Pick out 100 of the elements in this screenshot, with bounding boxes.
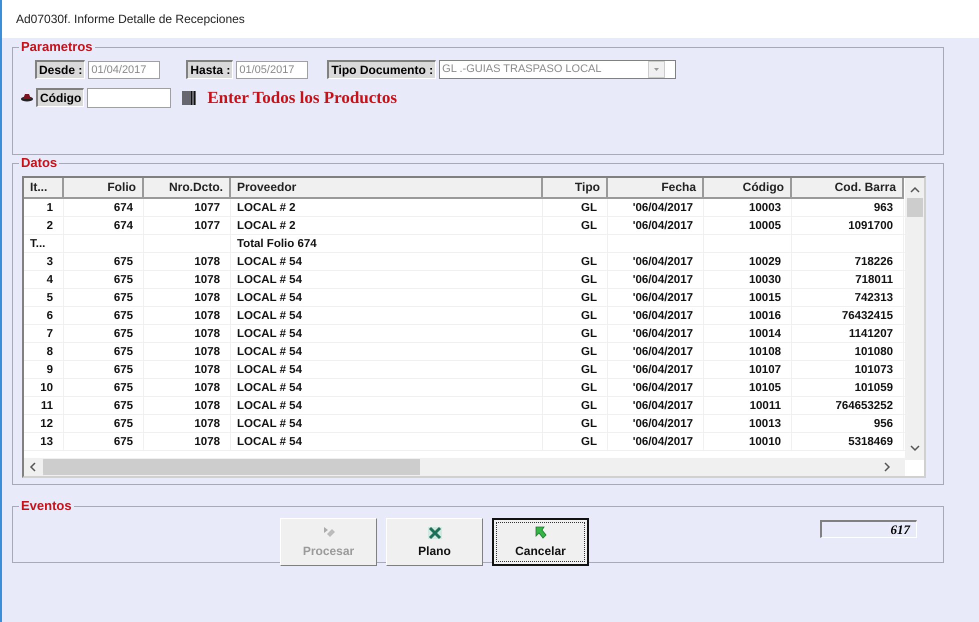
table-cell: '06/04/2017 (608, 397, 704, 414)
table-cell: GL (543, 415, 608, 432)
total-cell: T... (24, 235, 64, 252)
table-cell: 2 (24, 217, 64, 234)
table-cell: 9 (24, 361, 64, 378)
table-cell: 675 (64, 343, 144, 360)
table-cell: 675 (64, 307, 144, 324)
total-cell: Total Folio 674 (231, 235, 543, 252)
table-cell: GL (543, 433, 608, 450)
table-cell: 10005 (704, 217, 792, 234)
window-title: Ad07030f. Informe Detalle de Recepciones (16, 11, 245, 28)
table-cell: LOCAL # 54 (231, 343, 543, 360)
column-header[interactable]: Fecha (608, 178, 704, 199)
table-cell: 1091700 (792, 217, 904, 234)
column-header[interactable]: Cod. Barra (792, 178, 904, 199)
table-cell: LOCAL # 54 (231, 289, 543, 306)
table-cell: LOCAL # 2 (231, 199, 543, 216)
table-cell: 3 (24, 253, 64, 270)
table-cell: 5 (24, 289, 64, 306)
table-cell: LOCAL # 54 (231, 415, 543, 432)
table-cell: 10015 (704, 289, 792, 306)
code-field[interactable] (87, 88, 172, 108)
table-cell: LOCAL # 54 (231, 433, 543, 450)
table-cell: 10029 (704, 253, 792, 270)
table-cell: '06/04/2017 (608, 325, 704, 342)
table-cell: GL (543, 343, 608, 360)
plano-button[interactable]: Plano (386, 518, 483, 566)
table-cell: 1141207 (792, 325, 904, 342)
column-header[interactable]: It... (24, 178, 64, 199)
column-header[interactable]: Proveedor (231, 178, 543, 199)
table-cell: LOCAL # 54 (231, 253, 543, 270)
table-cell: 675 (64, 361, 144, 378)
scroll-down-icon[interactable] (910, 444, 920, 452)
table-cell: 10030 (704, 271, 792, 288)
table-cell: GL (543, 271, 608, 288)
table-cell: 10108 (704, 343, 792, 360)
table-cell: 675 (64, 325, 144, 342)
table-cell: 1077 (144, 217, 231, 234)
table-cell: 956 (792, 415, 904, 432)
table-cell: GL (543, 253, 608, 270)
arrow-icon (534, 524, 548, 540)
field-label: Tipo Documento : (327, 60, 436, 79)
table-cell: GL (543, 361, 608, 378)
table-cell: 675 (64, 379, 144, 396)
table-cell: 674 (64, 199, 144, 216)
table-cell: 1078 (144, 361, 231, 378)
table-cell: GL (543, 379, 608, 396)
scrollbar-thumb[interactable] (906, 198, 922, 217)
table-cell: 1078 (144, 379, 231, 396)
table-cell: '06/04/2017 (608, 343, 704, 360)
barcode-icon (182, 90, 196, 105)
table-cell: '06/04/2017 (608, 289, 704, 306)
table-cell: LOCAL # 54 (231, 307, 543, 324)
field-label: Hasta : (186, 60, 234, 79)
table-cell: 1077 (144, 199, 231, 216)
hint-text: Enter Todos los Productos (207, 87, 398, 109)
table-cell: LOCAL # 54 (231, 361, 543, 378)
table-cell: 742313 (792, 289, 904, 306)
scroll-left-icon[interactable] (29, 462, 37, 472)
column-header[interactable]: Nro.Dcto. (144, 178, 231, 199)
table-cell: 5318469 (792, 433, 904, 450)
table-cell: LOCAL # 54 (231, 271, 543, 288)
table-cell: 101080 (792, 343, 904, 360)
horizontal-scrollbar[interactable] (24, 458, 905, 476)
table-cell: 10010 (704, 433, 792, 450)
table-cell: '06/04/2017 (608, 271, 704, 288)
table-cell: '06/04/2017 (608, 379, 704, 396)
table-cell: 1078 (144, 289, 231, 306)
table-cell: GL (543, 325, 608, 342)
table-cell: 1078 (144, 325, 231, 342)
table-cell: 10011 (704, 397, 792, 414)
table-cell: 675 (64, 415, 144, 432)
column-header[interactable]: Código (704, 178, 792, 199)
scroll-up-icon[interactable] (910, 186, 920, 194)
table-cell: 10 (24, 379, 64, 396)
table-cell: LOCAL # 54 (231, 397, 543, 414)
table-cell: 963 (792, 199, 904, 216)
cancelar-button[interactable]: Cancelar (492, 518, 589, 566)
table-cell: LOCAL # 54 (231, 379, 543, 396)
table-cell: GL (543, 289, 608, 306)
column-header[interactable]: Tipo (543, 178, 608, 199)
column-header[interactable]: Folio (64, 178, 144, 199)
table-cell: 675 (64, 433, 144, 450)
scrollbar-thumb[interactable] (43, 459, 420, 475)
table-cell: 1078 (144, 253, 231, 270)
table-cell: 13 (24, 433, 64, 450)
vertical-scrollbar[interactable] (905, 178, 924, 460)
table-cell: GL (543, 397, 608, 414)
table-cell: GL (543, 217, 608, 234)
table-cell: GL (543, 307, 608, 324)
table-cell: 10016 (704, 307, 792, 324)
table-cell: 76432415 (792, 307, 904, 324)
scroll-right-icon[interactable] (883, 462, 891, 472)
table-cell: 10107 (704, 361, 792, 378)
table-cell: 12 (24, 415, 64, 432)
table-cell: GL (543, 199, 608, 216)
table-cell: 1078 (144, 433, 231, 450)
table-cell: '06/04/2017 (608, 307, 704, 324)
table-cell: 4 (24, 271, 64, 288)
table-cell: 11 (24, 397, 64, 414)
